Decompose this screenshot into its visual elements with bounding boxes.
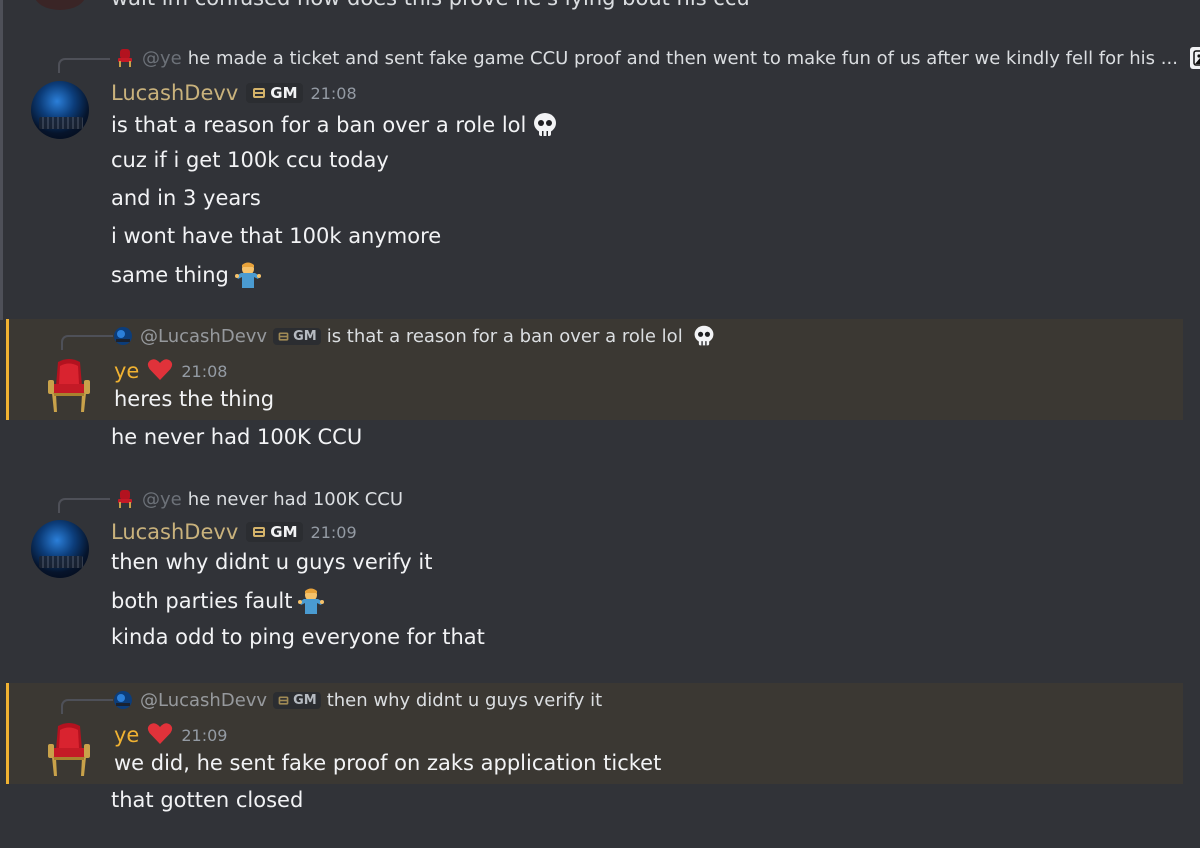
reply-text: then why didnt u guys verify it (326, 689, 603, 711)
gm-tag-label: GM (270, 84, 298, 102)
message-header: ye 21:09 (114, 721, 227, 749)
reply-mention[interactable]: @ye (142, 48, 182, 69)
shrug-emoji[interactable] (233, 260, 263, 290)
message-text: cuz if i get 100k ccu today (111, 148, 389, 172)
gm-tag[interactable]: GM (246, 83, 303, 103)
image-attachment-icon[interactable] (1189, 47, 1200, 69)
message-header: LucashDevv GM 21:09 (111, 520, 357, 544)
message-line: same thing (111, 260, 263, 290)
reply-spine (58, 498, 110, 513)
reply-spine (58, 58, 110, 73)
message-text: and in 3 years (111, 186, 261, 210)
gm-tag[interactable]: GM (273, 327, 321, 345)
reply-preview[interactable]: @ye he made a ticket and sent fake game … (114, 46, 1200, 70)
message-text: heres the thing (114, 387, 275, 411)
message-group-highlighted: @LucashDevv GM then why didnt u guys ver… (6, 683, 1183, 784)
message-line: he never had 100K CCU (111, 425, 362, 449)
reply-preview[interactable]: @LucashDevv GM is that a reason for a ba… (112, 324, 719, 348)
gm-tag[interactable]: GM (273, 691, 321, 709)
message-line: is that a reason for a ban over a role l… (111, 110, 560, 140)
reply-spine (61, 699, 113, 714)
username[interactable]: ye (114, 723, 139, 747)
message-line: we did, he sent fake proof on zaks appli… (114, 751, 661, 775)
throne-avatar[interactable] (40, 358, 98, 416)
message-text: then why didnt u guys verify it (111, 550, 433, 574)
avatar[interactable] (31, 81, 89, 139)
throne-icon (114, 488, 136, 510)
shrug-emoji[interactable] (296, 586, 326, 616)
reply-spine (61, 335, 113, 350)
reply-text: he made a ticket and sent fake game CCU … (187, 47, 1178, 69)
message-line: and in 3 years (111, 186, 261, 210)
gm-tag-icon (253, 88, 266, 98)
gm-tag-label: GM (270, 523, 298, 541)
skull-emoji[interactable] (530, 110, 560, 140)
gm-tag-label: GM (293, 692, 317, 708)
gm-tag[interactable]: GM (246, 522, 303, 542)
message-line: both parties fault (111, 586, 326, 616)
previous-message-partial: wait im confused now does this prove he'… (0, 0, 1200, 12)
heart-icon (147, 721, 173, 749)
message-text: wait im confused now does this prove he'… (111, 0, 750, 10)
timestamp[interactable]: 21:08 (311, 84, 357, 103)
message-text: both parties fault (111, 589, 293, 613)
message-text: is that a reason for a ban over a role l… (111, 113, 527, 137)
message-group: @ye he never had 100K CCU LucashDevv GM … (0, 482, 1200, 662)
reply-mention[interactable]: @LucashDevv (140, 326, 267, 347)
message-line: kinda odd to ping everyone for that (111, 625, 485, 649)
throne-icon (114, 47, 136, 69)
message-header: LucashDevv GM 21:08 (111, 81, 357, 105)
message-text: he never had 100K CCU (111, 425, 363, 449)
reply-mention[interactable]: @ye (142, 489, 182, 510)
reply-preview[interactable]: @ye he never had 100K CCU (114, 487, 403, 511)
timestamp[interactable]: 21:08 (181, 362, 227, 381)
username[interactable]: ye (114, 359, 139, 383)
avatar (112, 689, 134, 711)
message-group-highlighted: @LucashDevv GM is that a reason for a ba… (6, 319, 1183, 420)
timestamp[interactable]: 21:09 (311, 523, 357, 542)
avatar (112, 325, 134, 347)
message-line: heres the thing (114, 387, 274, 411)
avatar[interactable] (31, 520, 89, 578)
chat-view: wait im confused now does this prove he'… (0, 0, 1200, 848)
reply-text: is that a reason for a ban over a role l… (326, 325, 683, 347)
reply-mention[interactable]: @LucashDevv (140, 690, 267, 711)
username[interactable]: LucashDevv (111, 81, 238, 105)
heart-icon (147, 357, 173, 385)
timestamp[interactable]: 21:09 (181, 726, 227, 745)
gm-tag-label: GM (293, 328, 317, 344)
reply-preview[interactable]: @LucashDevv GM then why didnt u guys ver… (112, 688, 602, 712)
message-text: kinda odd to ping everyone for that (111, 625, 485, 649)
gm-tag-icon (253, 527, 266, 537)
message-line: i wont have that 100k anymore (111, 224, 441, 248)
message-text: we did, he sent fake proof on zaks appli… (114, 751, 662, 775)
skull-emoji[interactable] (689, 321, 719, 351)
throne-avatar[interactable] (40, 722, 98, 780)
message-line: that gotten closed (111, 788, 303, 812)
message-text: same thing (111, 263, 229, 287)
reply-text: he never had 100K CCU (187, 488, 404, 510)
message-line: then why didnt u guys verify it (111, 550, 432, 574)
message-group: @ye he made a ticket and sent fake game … (0, 40, 1200, 300)
username[interactable]: LucashDevv (111, 520, 238, 544)
message-text: i wont have that 100k anymore (111, 224, 442, 248)
gm-tag-icon (278, 331, 289, 341)
avatar[interactable] (34, 0, 86, 10)
message-line: cuz if i get 100k ccu today (111, 148, 389, 172)
message-header: ye 21:08 (114, 357, 227, 385)
message-text: that gotten closed (111, 788, 304, 812)
gm-tag-icon (278, 695, 289, 705)
